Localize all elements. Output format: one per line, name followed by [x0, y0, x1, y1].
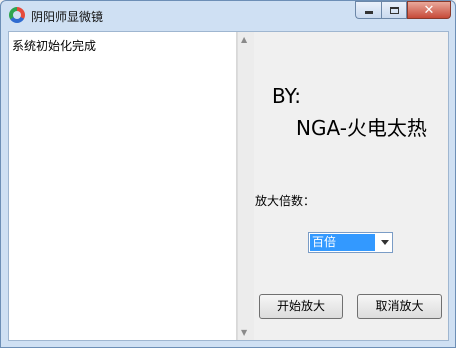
window-controls: ✕: [355, 1, 451, 19]
app-logo-icon: [9, 7, 25, 23]
log-line: 系统初始化完成: [12, 39, 97, 53]
log-textarea[interactable]: 系统初始化完成: [9, 32, 237, 340]
minimize-icon: [364, 10, 373, 14]
log-scrollbar[interactable]: ▲ ▼: [237, 32, 254, 340]
maximize-button[interactable]: [381, 1, 407, 19]
scroll-up-icon[interactable]: ▲: [241, 35, 247, 44]
maximize-icon: [389, 6, 399, 14]
zoom-select[interactable]: 百倍: [308, 232, 393, 253]
cancel-zoom-button[interactable]: 取消放大: [357, 294, 442, 319]
title-bar[interactable]: 阴阳师显微镜 ✕: [1, 1, 456, 29]
credits-by-label: BY:: [272, 84, 301, 108]
minimize-button[interactable]: [355, 1, 381, 19]
chevron-down-icon[interactable]: [381, 240, 389, 245]
app-window: 阴阳师显微镜 ✕ 系统初始化完成 ▲ ▼ BY: NGA-火电太热 放大倍数： …: [0, 0, 456, 348]
credits-author: NGA-火电太热: [296, 116, 427, 140]
zoom-label: 放大倍数：: [255, 194, 316, 208]
zoom-selected-value: 百倍: [310, 234, 375, 251]
start-zoom-button[interactable]: 开始放大: [259, 294, 343, 319]
close-icon: ✕: [423, 2, 435, 18]
window-title: 阴阳师显微镜: [31, 10, 104, 24]
scroll-down-icon[interactable]: ▼: [241, 328, 247, 337]
close-button[interactable]: ✕: [407, 1, 451, 19]
client-area: 系统初始化完成 ▲ ▼ BY: NGA-火电太热 放大倍数： 百倍 开始放大 取…: [8, 31, 449, 341]
